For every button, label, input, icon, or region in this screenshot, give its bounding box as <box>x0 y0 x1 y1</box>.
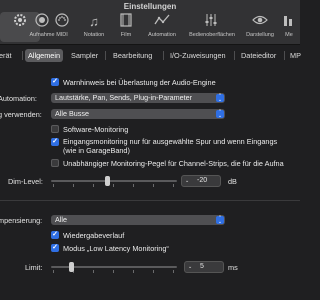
tab-bearbeitung[interactable]: Bearbeitung <box>110 49 155 62</box>
input-monitoring-label-2: (wie in GarageBand) <box>63 146 130 155</box>
busses-popup[interactable]: Alle Busse ⌃ ⌄ <box>51 109 225 119</box>
toolbar-metering[interactable]: Me <box>278 12 300 42</box>
software-monitoring-checkbox[interactable] <box>51 125 59 133</box>
section-divider <box>0 200 300 201</box>
tab-sampler[interactable]: Sampler <box>68 49 101 62</box>
tab-bar: erät Allgemein Sampler Bearbeitung I/O-Z… <box>0 49 301 62</box>
stepper-arrows-icon: ⌄ <box>188 264 193 270</box>
low-latency-checkbox[interactable]: ✓ <box>51 244 59 252</box>
control-surfaces-icon <box>189 12 235 31</box>
preferences-toolbar: Einstellungen Aufnahme MIDI ♫ Notation F… <box>0 0 300 45</box>
software-monitoring-label: Software-Monitoring <box>63 125 129 134</box>
tab-divider <box>163 51 164 60</box>
busses-label: g verwenden: <box>0 110 42 119</box>
compensation-popup[interactable]: Alle ⌃ ⌄ <box>51 215 225 225</box>
tab-io-assignments[interactable]: I/O-Zuweisungen <box>167 49 229 62</box>
warning-checkbox[interactable]: ✓ <box>51 78 59 86</box>
tab-divider <box>22 51 23 60</box>
limit-stepper[interactable]: ⌄ 5 <box>184 261 224 273</box>
film-icon <box>106 12 146 31</box>
warning-label: Warnhinweis bei Überlastung der Audio-En… <box>63 78 216 87</box>
automation-icon <box>142 12 182 31</box>
meter-icon <box>278 12 300 31</box>
limit-value: 5 <box>200 263 204 270</box>
input-monitoring-label: Eingangsmonitoring nur für ausgewählte S… <box>63 137 278 146</box>
toolbar-automation[interactable]: Automation <box>142 12 182 42</box>
dim-level-knob[interactable] <box>105 176 111 186</box>
automation-label: Automation: <box>0 94 37 103</box>
toolbar-display[interactable]: Darstellung <box>240 12 280 42</box>
dim-level-value: -20 <box>197 177 208 184</box>
limit-label: Limit: <box>25 263 43 272</box>
compensation-label: mpensierung: <box>0 216 43 225</box>
dim-level-stepper[interactable]: ⌄ -20 <box>181 175 221 187</box>
playback-history-checkbox[interactable]: ✓ <box>51 231 59 239</box>
tab-divider <box>234 51 235 60</box>
window-title: Einstellungen <box>123 2 177 11</box>
low-latency-label: Modus „Low Latency Monitoring“ <box>63 244 169 253</box>
independent-monitoring-checkbox[interactable] <box>51 159 59 167</box>
playback-history-label: Wiedergabeverlauf <box>63 231 125 240</box>
chevron-updown-icon: ⌃ ⌄ <box>216 215 224 225</box>
input-monitoring-checkbox[interactable]: ✓ <box>51 138 59 146</box>
display-icon <box>240 12 280 31</box>
toolbar-film[interactable]: Film <box>106 12 146 42</box>
chevron-updown-icon: ⌃ ⌄ <box>216 109 224 119</box>
tab-divider <box>105 51 106 60</box>
stepper-arrows-icon: ⌄ <box>185 178 190 184</box>
dim-level-unit: dB <box>228 177 237 186</box>
tab-dateieditor[interactable]: Dateieditor <box>238 49 279 62</box>
dim-level-label: Dim-Level: <box>8 177 43 186</box>
tab-divider <box>284 51 285 60</box>
limit-knob[interactable] <box>69 262 75 272</box>
automation-popup[interactable]: Lautstärke, Pan, Sends, Plug-in-Paramete… <box>51 93 225 103</box>
tab-geraet[interactable]: erät <box>0 49 15 62</box>
toolbar-control-surfaces[interactable]: Bedienoberflächen <box>189 12 235 42</box>
tab-allgemein[interactable]: Allgemein <box>25 49 64 62</box>
independent-monitoring-label: Unabhängiger Monitoring-Pegel für Channe… <box>63 159 284 168</box>
chevron-updown-icon: ⌃ ⌄ <box>216 93 224 103</box>
limit-unit: ms <box>228 263 238 272</box>
tab-mp[interactable]: MP <box>287 49 304 62</box>
